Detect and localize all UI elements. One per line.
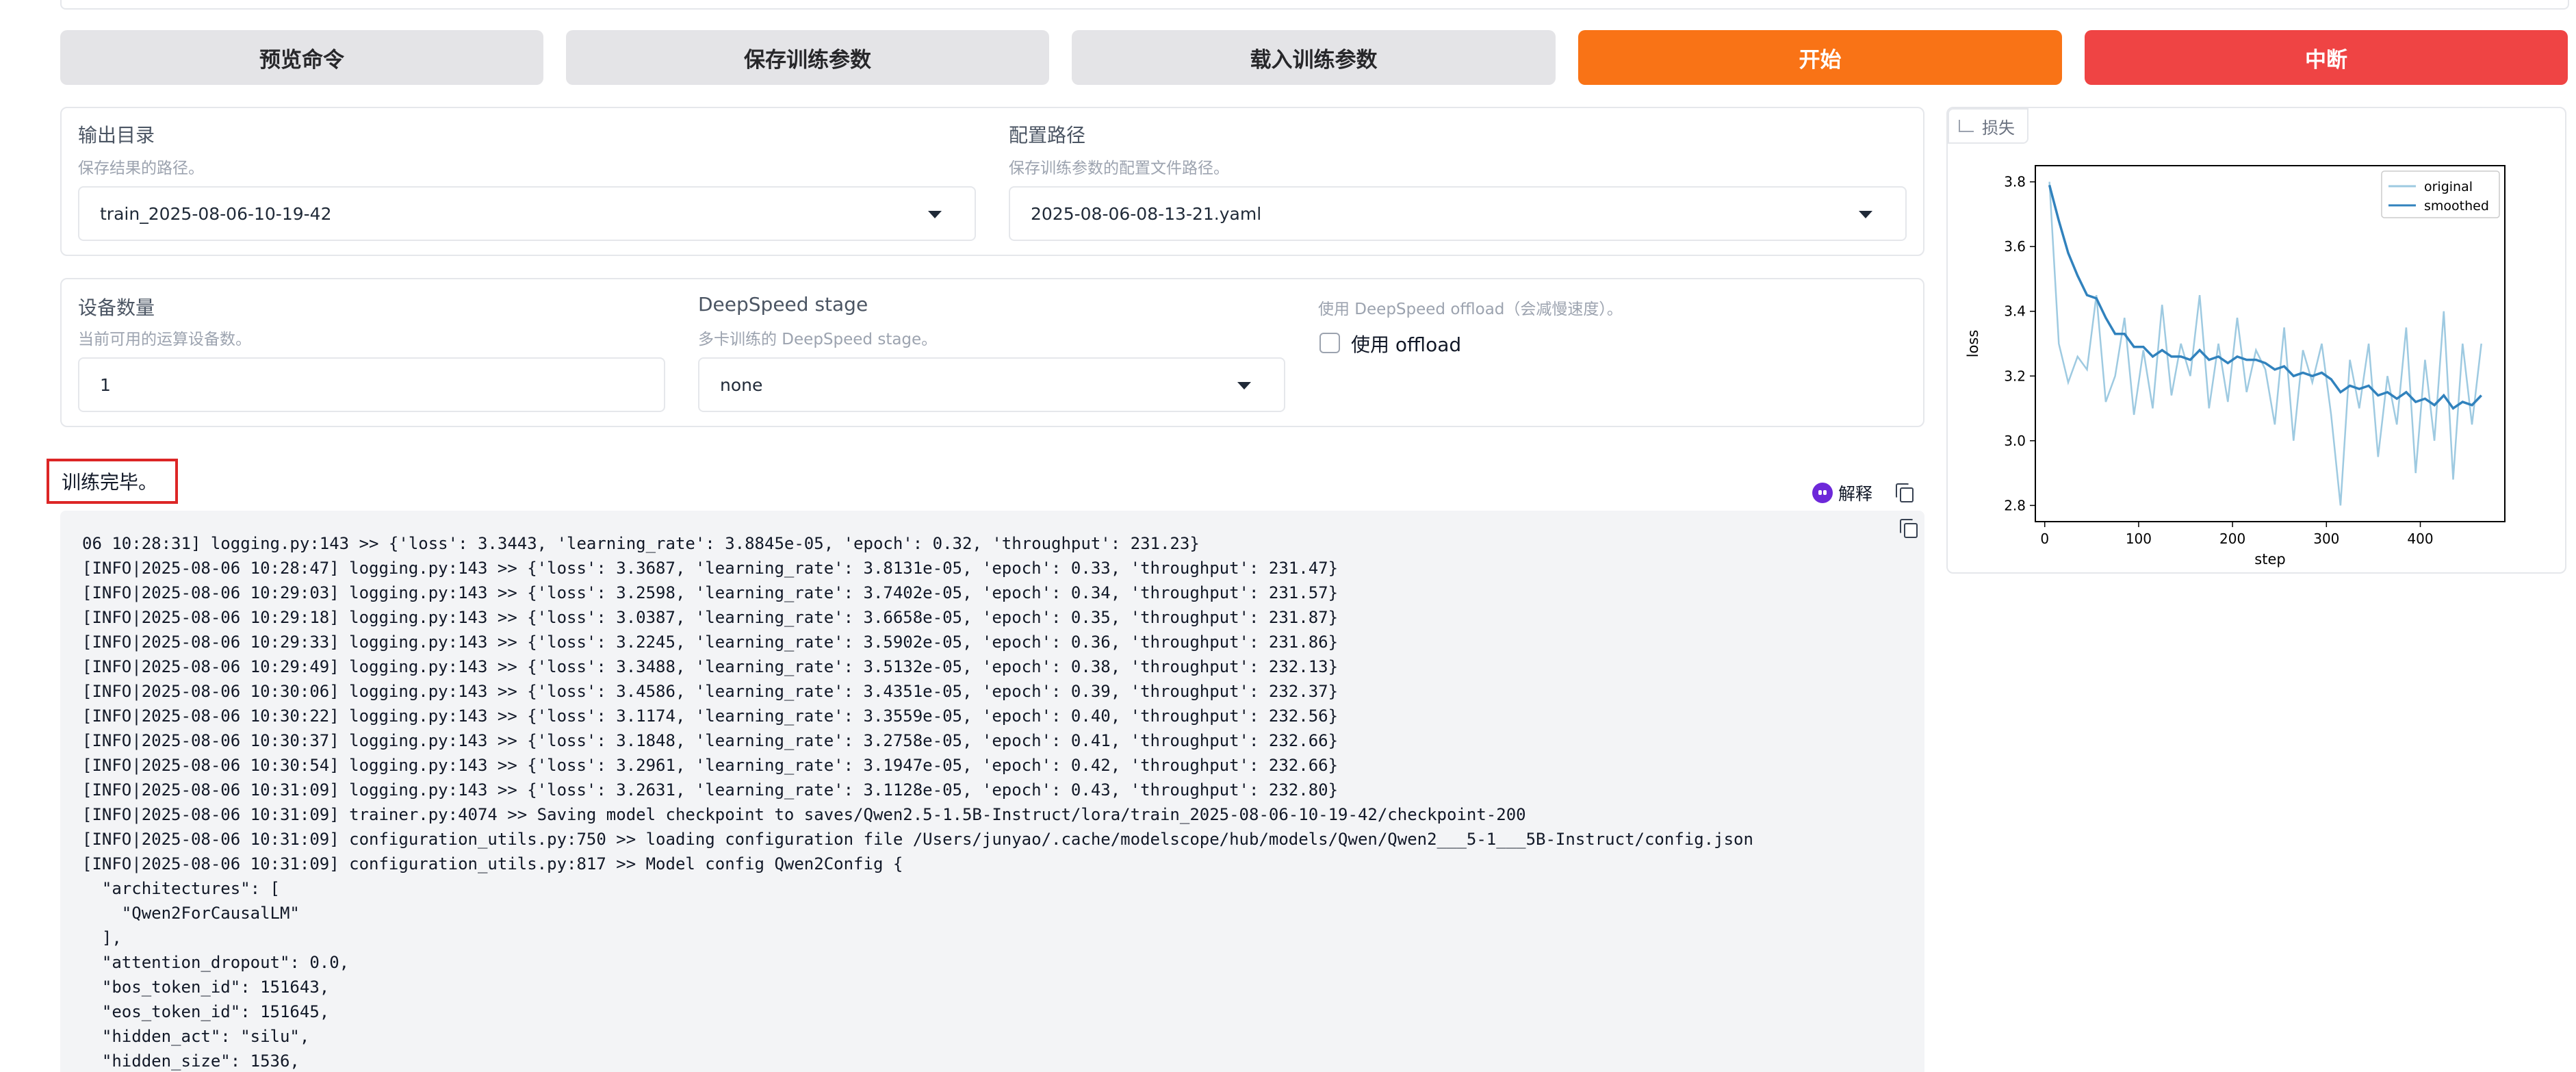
output-log[interactable]: 06 10:28:31] logging.py:143 >> {'loss': … xyxy=(60,511,1924,1072)
log-line: "Qwen2ForCausalLM" xyxy=(82,904,300,923)
x-axis-label: step xyxy=(2254,551,2285,567)
y-tick-label: 3.6 xyxy=(2004,238,2026,255)
device-count-label: 设备数量 xyxy=(78,296,155,319)
ds-offload-checkbox[interactable] xyxy=(1319,333,1340,353)
chevron-down-icon[interactable] xyxy=(1859,211,1872,218)
output-dir-label: 输出目录 xyxy=(78,124,155,146)
log-line: [INFO|2025-08-06 10:31:09] logging.py:14… xyxy=(82,780,1339,800)
y-tick-label: 3.0 xyxy=(2004,433,2026,449)
save-args-button[interactable]: 保存训练参数 xyxy=(566,30,1049,85)
status-text: 训练完毕。 xyxy=(62,471,158,494)
log-line: [INFO|2025-08-06 10:31:09] configuration… xyxy=(82,830,1753,849)
log-line: "bos_token_id": 151643, xyxy=(82,978,330,997)
y-tick-label: 3.2 xyxy=(2004,368,2026,384)
device-count-value: 1 xyxy=(100,374,111,395)
log-line: 06 10:28:31] logging.py:143 >> {'loss': … xyxy=(82,534,1200,553)
load-args-button[interactable]: 载入训练参数 xyxy=(1072,30,1556,85)
loss-chart: 0 100 200 300 400 2.8 3.0 3.2 3.4 3.6 3.8 step loss o… xyxy=(1965,165,2506,567)
explain-icon xyxy=(1812,483,1833,503)
log-line: [INFO|2025-08-06 10:31:09] configuration… xyxy=(82,854,903,873)
plot-tab-label: 损失 xyxy=(1948,108,2028,144)
config-path-label: 配置路径 xyxy=(1009,124,1086,146)
log-line: [INFO|2025-08-06 10:31:09] trainer.py:40… xyxy=(82,805,1526,824)
preview-command-button[interactable]: 预览命令 xyxy=(60,30,543,85)
log-line: [INFO|2025-08-06 10:30:06] logging.py:14… xyxy=(82,682,1339,701)
device-count-input[interactable]: 1 xyxy=(78,357,665,412)
copy-icon[interactable] xyxy=(1900,519,1918,538)
log-line: [INFO|2025-08-06 10:30:54] logging.py:14… xyxy=(82,756,1339,775)
ds-stage-dropdown[interactable]: none xyxy=(698,357,1285,412)
log-line: [INFO|2025-08-06 10:28:47] logging.py:14… xyxy=(82,559,1339,578)
log-line: [INFO|2025-08-06 10:29:03] logging.py:14… xyxy=(82,583,1339,602)
y-tick-label: 3.8 xyxy=(2004,174,2026,190)
explain-button[interactable]: 解释 xyxy=(1812,481,1872,505)
y-tick-label: 3.4 xyxy=(2004,303,2026,320)
x-tick-label: 0 xyxy=(2040,531,2049,547)
abort-button[interactable]: 中断 xyxy=(2085,30,2568,85)
copy-icon[interactable] xyxy=(1896,483,1914,502)
y-axis-label: loss xyxy=(1965,330,1981,358)
x-tick-label: 400 xyxy=(2407,531,2433,547)
log-line: [INFO|2025-08-06 10:29:18] logging.py:14… xyxy=(82,608,1339,627)
config-path-info: 保存训练参数的配置文件路径。 xyxy=(1009,159,1229,177)
explain-label: 解释 xyxy=(1838,484,1873,504)
start-button[interactable]: 开始 xyxy=(1578,30,2062,85)
plot-area xyxy=(2035,165,2506,522)
ds-stage-label: DeepSpeed stage xyxy=(698,293,868,316)
config-path-dropdown[interactable]: 2025-08-06-08-13-21.yaml xyxy=(1009,186,1907,241)
log-line: "eos_token_id": 151645, xyxy=(82,1002,330,1021)
plot-tab-text: 损失 xyxy=(1982,118,2015,138)
device-count-info: 当前可用的运算设备数。 xyxy=(78,331,251,348)
log-line: ], xyxy=(82,928,122,947)
legend-label-smoothed: smoothed xyxy=(2424,199,2489,214)
output-dir-info: 保存结果的路径。 xyxy=(78,159,204,177)
log-text: 06 10:28:31] logging.py:143 >> {'loss': … xyxy=(82,531,1753,1072)
ds-offload-info: 使用 DeepSpeed offload（会减慢速度）。 xyxy=(1318,301,1623,318)
log-line: "hidden_size": 1536, xyxy=(82,1051,300,1071)
x-tick-label: 100 xyxy=(2126,531,2152,547)
log-line: "attention_dropout": 0.0, xyxy=(82,953,350,972)
log-line: [INFO|2025-08-06 10:29:49] logging.py:14… xyxy=(82,657,1339,676)
config-path-value: 2025-08-06-08-13-21.yaml xyxy=(1031,203,1262,224)
log-line: "hidden_act": "silu", xyxy=(82,1027,310,1046)
chart-icon xyxy=(1959,120,1974,132)
top-panel-edge xyxy=(60,0,2569,10)
log-line: "architectures": [ xyxy=(82,879,280,898)
ds-stage-value: none xyxy=(720,374,763,395)
ds-offload-label[interactable]: 使用 offload xyxy=(1351,330,1461,357)
x-tick-label: 200 xyxy=(2219,531,2245,547)
log-line: [INFO|2025-08-06 10:30:22] logging.py:14… xyxy=(82,706,1339,726)
output-dir-dropdown[interactable]: train_2025-08-06-10-19-42 xyxy=(78,186,976,241)
chevron-down-icon[interactable] xyxy=(928,211,942,218)
training-status: 训练完毕。 xyxy=(47,459,178,504)
chevron-down-icon[interactable] xyxy=(1237,382,1251,390)
log-line: [INFO|2025-08-06 10:30:37] logging.py:14… xyxy=(82,731,1339,750)
x-tick-label: 300 xyxy=(2313,531,2339,547)
legend-label-original: original xyxy=(2424,179,2473,194)
log-line: [INFO|2025-08-06 10:29:33] logging.py:14… xyxy=(82,633,1339,652)
y-tick-label: 2.8 xyxy=(2004,497,2026,513)
ds-stage-info: 多卡训练的 DeepSpeed stage。 xyxy=(698,331,938,348)
output-dir-value: train_2025-08-06-10-19-42 xyxy=(100,203,332,224)
